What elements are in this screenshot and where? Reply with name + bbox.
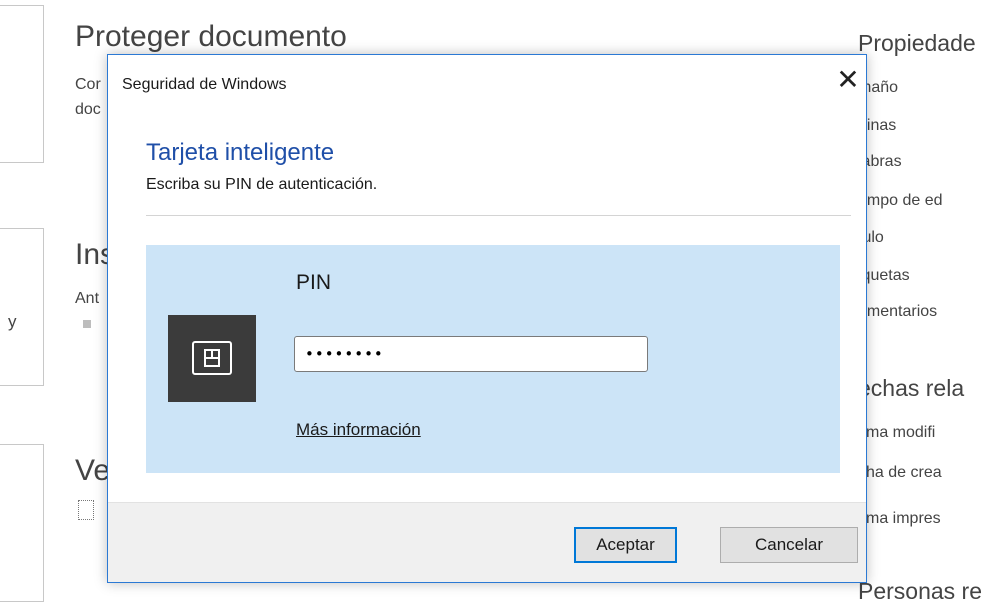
cancel-button[interactable]: Cancelar <box>720 527 858 563</box>
smart-card-icon <box>168 315 256 402</box>
related-dates-heading: echas rela <box>858 375 965 401</box>
protect-document-tile[interactable] <box>0 5 44 163</box>
date-last-modified: tima modifi <box>858 424 936 441</box>
pin-label: PIN <box>296 271 332 294</box>
pin-input[interactable] <box>294 336 648 372</box>
protect-document-title: Proteger documento <box>75 20 347 53</box>
windows-security-dialog: Seguridad de Windows ✕ Tarjeta inteligen… <box>107 54 867 583</box>
separator <box>146 215 851 216</box>
date-created: cha de crea <box>858 464 942 481</box>
ok-button[interactable]: Aceptar <box>574 527 677 563</box>
document-icon <box>78 500 94 520</box>
pin-instruction: Escriba su PIN de autenticación. <box>146 176 378 193</box>
property-edit-time: empo de ed <box>858 192 943 209</box>
properties-heading: Propiedade <box>858 30 976 56</box>
protect-document-desc-1: Cor <box>75 76 101 93</box>
versions-title: Ve <box>75 454 111 487</box>
date-last-printed: tima impres <box>858 510 941 527</box>
smart-card-tile[interactable]: PIN Más información <box>146 245 840 473</box>
versions-tile[interactable] <box>0 444 44 602</box>
dialog-title: Seguridad de Windows <box>122 76 287 93</box>
inspect-document-tile[interactable] <box>0 228 44 386</box>
close-icon[interactable]: ✕ <box>835 66 861 94</box>
property-comments[interactable]: omentarios <box>858 303 937 321</box>
protect-document-desc-2: doc <box>75 101 101 118</box>
dialog-footer: Aceptar Cancelar <box>108 502 866 582</box>
bullet-square-icon <box>83 320 91 328</box>
more-info-link[interactable]: Más información <box>296 420 421 440</box>
smart-card-heading: Tarjeta inteligente <box>146 139 335 166</box>
inspect-tile-label: y <box>8 312 17 331</box>
inspect-document-desc: Ant <box>75 290 100 307</box>
